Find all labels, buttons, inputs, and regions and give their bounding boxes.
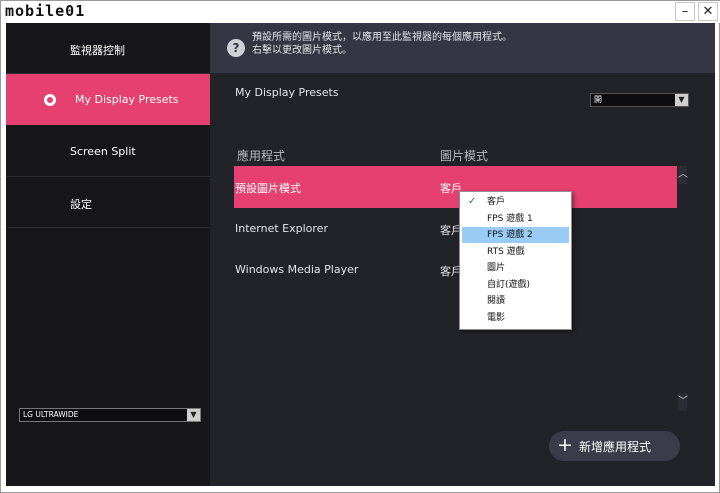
dropdown-item[interactable]: ✓ 客戶 bbox=[462, 194, 569, 210]
sidebar-item-label: 監視器控制 bbox=[70, 44, 125, 57]
add-app-button[interactable]: + 新增應用程式 bbox=[549, 431, 680, 461]
scroll-up-button[interactable]: ︿ bbox=[678, 166, 688, 184]
table-row[interactable]: Internet Explorer 客戶 bbox=[234, 208, 677, 250]
brand-logo: mobile01 bbox=[5, 2, 86, 20]
sidebar: 監視器控制 My Display Presets Screen Split 設定… bbox=[6, 23, 210, 486]
sidebar-item-label: Screen Split bbox=[70, 145, 136, 158]
sidebar-item-display-presets[interactable]: My Display Presets bbox=[6, 74, 210, 125]
preset-toggle-value: 開 bbox=[594, 95, 602, 104]
row-app-name: Windows Media Player bbox=[235, 263, 359, 276]
dropdown-item-label: 電影 bbox=[487, 313, 506, 323]
scroll-down-button[interactable]: ﹀ bbox=[678, 393, 688, 411]
sidebar-item-label: 設定 bbox=[70, 198, 92, 211]
close-button[interactable]: ✕ bbox=[698, 2, 718, 21]
dropdown-item[interactable]: FPS 遊戲 1 bbox=[462, 211, 569, 227]
info-header: ? 預設所需的圖片模式，以應用至此監視器的每個應用程式。 右擊以更改圖片模式。 bbox=[210, 23, 715, 73]
dropdown-item-label: 圖片 bbox=[487, 263, 506, 273]
sidebar-item-settings[interactable]: 設定 bbox=[6, 177, 210, 228]
dropdown-item[interactable]: 閱讀 bbox=[462, 293, 569, 309]
column-header-app: 應用程式 bbox=[237, 149, 286, 163]
chevron-down-icon[interactable]: ▼ bbox=[675, 94, 688, 106]
sidebar-item-label: My Display Presets bbox=[75, 93, 179, 106]
sidebar-item-monitor-control[interactable]: 監視器控制 bbox=[6, 23, 210, 74]
dropdown-item[interactable]: 圖片 bbox=[462, 260, 569, 276]
dropdown-item-label: RTS 遊戲 bbox=[487, 247, 525, 257]
preset-toggle-select[interactable]: 開 ▼ bbox=[590, 93, 689, 107]
monitor-select[interactable]: LG ULTRAWIDE ▼ bbox=[19, 408, 201, 422]
radio-selected-icon bbox=[44, 94, 56, 106]
plus-icon: + bbox=[557, 434, 573, 456]
sidebar-item-screen-split[interactable]: Screen Split bbox=[6, 126, 210, 177]
app-window: mobile01 – ✕ 監視器控制 My Display Presets Sc… bbox=[0, 0, 720, 493]
chevron-down-icon[interactable]: ▼ bbox=[187, 409, 200, 421]
row-app-name: 預設圖片模式 bbox=[235, 182, 301, 195]
table-row[interactable]: Windows Media Player 客戶 bbox=[234, 249, 677, 291]
title-bar: mobile01 – ✕ bbox=[1, 1, 720, 23]
info-line-2: 右擊以更改圖片模式。 bbox=[252, 45, 352, 56]
info-line-1: 預設所需的圖片模式，以應用至此監視器的每個應用程式。 bbox=[252, 32, 512, 43]
page-title: My Display Presets bbox=[235, 86, 339, 99]
table-row[interactable]: 預設圖片模式 客戶 bbox=[234, 166, 677, 208]
dropdown-item-label: 客戶 bbox=[487, 197, 506, 207]
add-app-button-label: 新增應用程式 bbox=[579, 440, 652, 454]
dropdown-item[interactable]: 自訂(遊戲) bbox=[462, 277, 569, 293]
dropdown-item-label: 閱讀 bbox=[487, 296, 506, 306]
checkmark-icon: ✓ bbox=[468, 196, 477, 207]
dropdown-item-label: FPS 遊戲 1 bbox=[487, 214, 533, 224]
monitor-select-value: LG ULTRAWIDE bbox=[23, 410, 79, 419]
dropdown-item[interactable]: FPS 遊戲 2 bbox=[462, 227, 569, 243]
dropdown-item-label: 自訂(遊戲) bbox=[487, 280, 531, 290]
dropdown-item[interactable]: 電影 bbox=[462, 310, 569, 326]
row-app-name: Internet Explorer bbox=[235, 222, 328, 235]
info-text: 預設所需的圖片模式，以應用至此監視器的每個應用程式。 右擊以更改圖片模式。 bbox=[252, 31, 512, 57]
column-header-mode: 圖片模式 bbox=[440, 149, 489, 163]
picture-mode-dropdown: ✓ 客戶 FPS 遊戲 1 FPS 遊戲 2 RTS 遊戲 圖片 自訂(遊戲) … bbox=[459, 191, 572, 330]
dropdown-item[interactable]: RTS 遊戲 bbox=[462, 244, 569, 260]
question-icon[interactable]: ? bbox=[227, 39, 245, 57]
dropdown-item-label: FPS 遊戲 2 bbox=[487, 230, 533, 240]
minimize-button[interactable]: – bbox=[675, 2, 695, 21]
